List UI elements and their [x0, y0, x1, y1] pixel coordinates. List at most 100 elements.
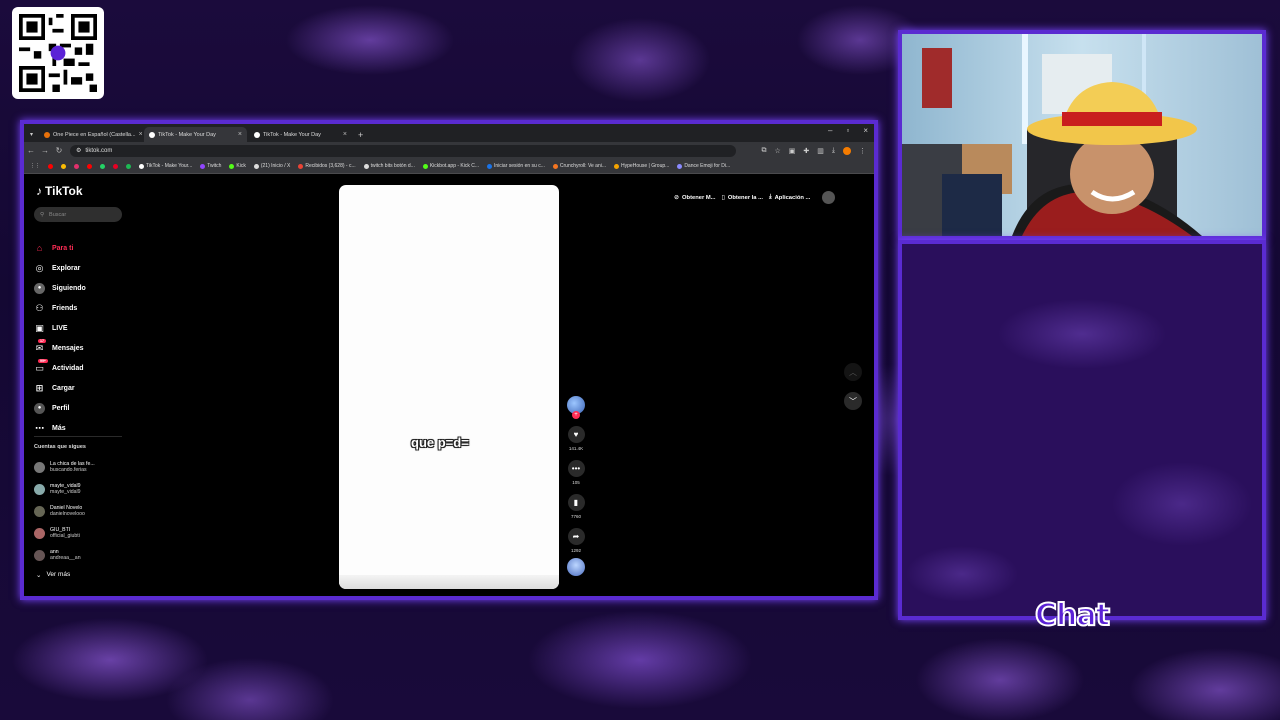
tab-bar: ▾ One Piece en Español (Castella... × Ti…	[24, 124, 874, 142]
nav-item-friends[interactable]: ⚇ Friends	[34, 298, 86, 318]
nav-item-para-ti[interactable]: ⌂ Para ti	[34, 238, 86, 258]
download-icon: ⤓	[768, 194, 772, 200]
tiktok-page: ♪ TikTok ⚲ Buscar ⌂ Para ti ◎ Explorar ●…	[24, 174, 874, 596]
bookmark-item[interactable]: TikTok - Make Your...	[139, 163, 192, 169]
close-tab-icon[interactable]: ×	[238, 131, 242, 138]
bookmark-item[interactable]: HypeHouse | Group...	[614, 163, 669, 169]
share-button[interactable]: ➦	[567, 528, 585, 545]
bookmark-label: Iniciar sesión en su c...	[494, 163, 545, 169]
new-tab-button[interactable]: +	[358, 130, 363, 140]
following-item[interactable]: Daniel Novelo danielnovelooo	[34, 500, 95, 522]
extension-icon[interactable]: ▣	[789, 147, 796, 155]
video-player[interactable]: que p=d=	[339, 185, 559, 589]
bookmark-item[interactable]: Kickbot.app - Kick C...	[422, 163, 479, 169]
dance-emoji-icon	[677, 163, 683, 169]
tab-tiktok-active[interactable]: TikTok - Make Your Day ×	[144, 127, 248, 142]
nav-item-explorar[interactable]: ◎ Explorar	[34, 258, 86, 278]
close-window-icon[interactable]: ×	[863, 126, 868, 135]
account-handle: andreaa__an	[50, 555, 81, 561]
browser-window: ▾ One Piece en Español (Castella... × Ti…	[20, 120, 878, 600]
follow-plus-icon[interactable]: +	[572, 411, 580, 419]
following-item[interactable]: La chica de las fe... buscando.ferias	[34, 456, 95, 478]
nav-item-perfil[interactable]: ● Perfil	[34, 398, 86, 418]
save-button[interactable]: ▮	[567, 494, 585, 511]
bookmark-item[interactable]: Iniciar sesión en su c...	[487, 163, 545, 169]
minimize-icon[interactable]: –	[828, 126, 832, 135]
profile-icon: ●	[34, 402, 45, 414]
chat-label: Chat	[1034, 597, 1111, 634]
music-disc-icon[interactable]	[567, 558, 585, 576]
activity-badge: 99+	[38, 358, 48, 363]
bookmark-item[interactable]: Crunchyroll: Ve ani...	[552, 163, 606, 169]
desktop-app-button[interactable]: ⤓ Aplicación ...	[769, 194, 810, 201]
tab-one-piece[interactable]: One Piece en Español (Castella... ×	[39, 127, 142, 142]
heart-icon: ♥	[573, 430, 579, 439]
tiktok-logo[interactable]: ♪ TikTok	[36, 184, 83, 198]
menu-kebab-icon[interactable]: ⋮	[859, 147, 866, 155]
site-info-icon[interactable]: ⚙	[76, 147, 81, 154]
bookmark-item[interactable]: Recibidos (3,628) - c...	[298, 163, 356, 169]
tab-title: TikTok - Make Your Day	[263, 131, 321, 138]
download-icon[interactable]: ⤓	[832, 147, 835, 155]
bookmark-item[interactable]: twitch bits botón d...	[363, 163, 415, 169]
nav-item-actividad[interactable]: ▭ 99+ Actividad	[34, 358, 86, 378]
comment-button[interactable]: •••	[567, 460, 585, 477]
signin-icon	[487, 163, 493, 169]
search-icon: ⚲	[40, 211, 45, 218]
forward-icon[interactable]: →	[38, 146, 52, 155]
install-icon[interactable]: ⧉	[761, 147, 766, 155]
get-app-button[interactable]: ▯ Obtener la ...	[722, 194, 763, 202]
creator-avatar[interactable]: +	[567, 396, 585, 419]
nav-item-mensajes[interactable]: ✉ 17 Mensajes	[34, 338, 86, 358]
sidebar-icon[interactable]: ▥	[817, 147, 824, 155]
reload-icon[interactable]: ↻	[52, 146, 66, 155]
bookmark-icon[interactable]	[100, 163, 105, 169]
bookmark-icon[interactable]	[48, 163, 53, 169]
search-input[interactable]: ⚲ Buscar	[34, 207, 122, 222]
bookmark-star-icon[interactable]: ☆	[774, 147, 780, 155]
bookmark-icon[interactable]	[113, 163, 118, 169]
tab-tiktok[interactable]: TikTok - Make Your Day ×	[249, 127, 352, 142]
bookmark-icon[interactable]	[61, 163, 66, 169]
bookmark-icon: ▮	[573, 498, 579, 507]
back-icon[interactable]: ←	[24, 146, 38, 155]
profile-avatar-icon[interactable]	[843, 146, 851, 155]
bookmark-item[interactable]: Kick	[229, 163, 246, 169]
account-handle: mayte_vidal9	[50, 489, 81, 495]
address-bar[interactable]: ⚙ tiktok.com	[70, 144, 736, 157]
hypehouse-icon	[614, 163, 620, 169]
nav-label: Más	[52, 424, 66, 432]
nav-item-live[interactable]: ▣ LIVE	[34, 318, 86, 338]
live-icon: ▣	[35, 322, 44, 333]
bookmark-icon[interactable]	[74, 163, 79, 169]
bookmark-item[interactable]: Twitch	[200, 163, 221, 169]
following-item[interactable]: mayte_vidal9 mayte_vidal9	[34, 478, 95, 500]
gmail-icon	[298, 163, 304, 169]
address-bar-row: ← → ↻ ⚙ tiktok.com ⧉ ☆ ▣ ✚ ▥ ⤓ ⋮	[24, 142, 874, 159]
tiktok-icon	[139, 163, 144, 169]
see-more-button[interactable]: ⌄ Ver más	[36, 571, 70, 579]
maximize-icon[interactable]: ▫	[846, 126, 849, 135]
video-progress-bar[interactable]	[339, 575, 559, 589]
apps-icon[interactable]: ⋮⋮	[30, 163, 40, 169]
bookmark-item[interactable]: Dance Emoji for Di...	[677, 163, 730, 169]
close-tab-icon[interactable]: ×	[343, 131, 347, 138]
tab-search-icon[interactable]: ▾	[30, 131, 33, 138]
bookmark-icon[interactable]	[87, 163, 92, 169]
next-video-button[interactable]: ﹀	[844, 392, 862, 410]
extensions-puzzle-icon[interactable]: ✚	[803, 147, 809, 155]
nav-item-cargar[interactable]: ⊞ Cargar	[34, 378, 86, 398]
like-button[interactable]: ♥	[567, 426, 585, 443]
nav-item-mas[interactable]: ⋯ Más	[34, 418, 86, 438]
following-item[interactable]: GIU_BTI official_giubti	[34, 522, 95, 544]
nav-item-siguiendo[interactable]: ● Siguiendo	[34, 278, 86, 298]
bookmark-icon[interactable]	[126, 163, 131, 169]
bookmark-item[interactable]: (21) Inicio / X	[253, 163, 290, 169]
user-avatar[interactable]	[822, 191, 836, 204]
close-tab-icon[interactable]: ×	[139, 131, 142, 138]
nav-label: LIVE	[52, 324, 68, 332]
avatar	[34, 461, 45, 473]
following-item[interactable]: ann andreaa__an	[34, 544, 95, 566]
get-coins-button[interactable]: ⊘ Obtener M...	[674, 194, 716, 202]
previous-video-button[interactable]: ︿	[844, 363, 862, 381]
